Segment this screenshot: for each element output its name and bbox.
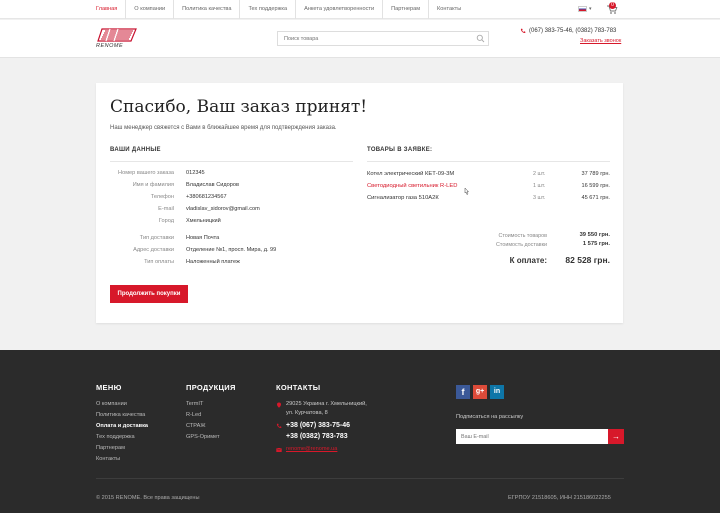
mouse-cursor-icon [464, 187, 470, 195]
nav-link-quality[interactable]: Политика качества [173, 0, 239, 19]
footer-menu-link-active[interactable]: Оплата и доставка [96, 423, 148, 429]
goods-cost-label: Стоимость товаров [498, 233, 547, 239]
divider [367, 161, 610, 162]
top-nav-links: Главная О компании Политика качества Тех… [90, 0, 469, 19]
footer-menu-link[interactable]: О компании [96, 401, 127, 407]
total-value: 82 528 грн. [565, 255, 610, 265]
delivery-cost-label: Стоимость доставки [496, 242, 547, 248]
nav-link-about[interactable]: О компании [125, 0, 173, 19]
item-name[interactable]: Котел электрический КЕТ-09-3М [367, 171, 454, 177]
email-value: vladislav_sidorov@gmail.com [186, 206, 260, 212]
footer-phone[interactable]: +38 (0382) 783-783 [286, 433, 348, 440]
field-label: Имя и фамилия [132, 182, 174, 188]
item-price: 45 671 грн. [581, 195, 610, 201]
search-icon[interactable] [476, 34, 485, 43]
footer-menu-link[interactable]: Партнерам [96, 445, 125, 451]
top-nav: Главная О компании Политика качества Тех… [0, 0, 720, 19]
field-label: E-mail [158, 206, 174, 212]
footer-address-line: ул. Курчатова, 8 [286, 410, 328, 416]
item-name[interactable]: Сигнализатор газа 510А2К [367, 195, 439, 201]
subscribe-label: Подписаться на рассылку [456, 414, 524, 420]
google-plus-icon[interactable]: g+ [473, 385, 487, 399]
order-number-value: 012345 [186, 170, 205, 176]
phone-value: +380681234567 [186, 194, 227, 200]
item-price: 37 789 грн. [581, 171, 610, 177]
footer-menu-link[interactable]: Тех поддержка [96, 434, 135, 440]
city-value: Хмельницкий [186, 218, 221, 224]
russian-flag-icon [578, 6, 587, 12]
company-codes: ЕГРПОУ 21518605, ИНН 215186022255 [508, 495, 611, 501]
item-qty: 3 шт. [533, 195, 546, 201]
subscribe-email-box [456, 429, 608, 444]
footer-menu-link[interactable]: Политика качества [96, 412, 145, 418]
search-input[interactable] [278, 32, 468, 45]
logo-text: RENOME [96, 43, 124, 49]
continue-shopping-button[interactable]: Продолжить покупки [110, 285, 188, 303]
site-header: RENOME (067) 383-75-46, (0382) 783-783 З… [0, 20, 720, 58]
footer-product-link[interactable]: СТРАЖ [186, 423, 206, 429]
delivery-address-value: Отделение №1, просп. Мира, д. 99 [186, 247, 277, 253]
delivery-cost-value: 1 575 грн. [582, 241, 610, 247]
footer-email-link[interactable]: renome@renome.ua [286, 446, 337, 452]
order-callback-link[interactable]: Заказать звонок [580, 38, 621, 44]
mail-icon [276, 447, 282, 452]
nav-link-partners[interactable]: Партнерам [382, 0, 428, 19]
subscribe-email-input[interactable] [456, 429, 604, 444]
footer-product-link[interactable]: R-Led [186, 412, 201, 418]
language-selector[interactable]: ▾ [578, 6, 592, 12]
field-label: Телефон [150, 194, 174, 200]
site-footer: МЕНЮ О компании Политика качества Оплата… [0, 350, 720, 513]
nav-link-support[interactable]: Тех поддержка [239, 0, 295, 19]
field-label: Номер вашего заказа [118, 170, 174, 176]
nav-link-contacts[interactable]: Контакты [428, 0, 469, 19]
chevron-down-icon: ▾ [589, 6, 592, 12]
divider [110, 161, 353, 162]
footer-contacts-heading: КОНТАКТЫ [276, 383, 321, 392]
facebook-icon[interactable]: f [456, 385, 470, 399]
field-label: Тип оплаты [144, 259, 174, 265]
copyright: © 2015 RENOME. Все права защищены [96, 495, 200, 501]
footer-divider [96, 478, 624, 479]
name-value: Владислав Сидоров [186, 182, 239, 188]
total-label: К оплате: [509, 256, 547, 265]
goods-cost-value: 39 550 грн. [579, 232, 610, 238]
footer-product-link[interactable]: TermIT [186, 401, 203, 407]
footer-menu-heading: МЕНЮ [96, 383, 122, 392]
search-box [277, 31, 489, 46]
field-label: Адрес доставки [133, 247, 174, 253]
payment-type-value: Наложенный платеж [186, 259, 240, 265]
nav-link-home[interactable]: Главная [90, 0, 125, 19]
phone-icon [520, 28, 526, 34]
field-label: Тип доставки [139, 235, 174, 241]
cart-count-badge: 0 [609, 2, 616, 9]
items-heading: ТОВАРЫ В ЗАЯВКЕ: [367, 147, 433, 153]
header-phones: (067) 383-75-46, (0382) 783-783 [520, 28, 616, 34]
item-name-link[interactable]: Светодиодный светильник R-LED [367, 183, 457, 189]
nav-link-survey[interactable]: Анкета удовлетворенности [295, 0, 382, 19]
item-qty: 1 шт. [533, 183, 546, 189]
phone-icon [276, 423, 282, 429]
page-title: Спасибо, Ваш заказ принят! [110, 97, 368, 117]
field-label: Город [158, 218, 174, 224]
footer-address-line: 29025 Украина г. Хмельницкий, [286, 401, 367, 407]
footer-menu-link[interactable]: Контакты [96, 456, 120, 462]
footer-products-heading: ПРОДУКЦИЯ [186, 383, 236, 392]
order-confirmation-card: Спасибо, Ваш заказ принят! Наш менеджер … [96, 83, 623, 323]
delivery-type-value: Новая Почта [186, 235, 220, 241]
subscribe-submit-button[interactable]: → [608, 429, 624, 444]
linkedin-icon[interactable]: in [490, 385, 504, 399]
arrow-right-icon: → [612, 432, 620, 441]
footer-product-link[interactable]: GPS-Оримет [186, 434, 220, 440]
item-price: 16 599 грн. [581, 183, 610, 189]
footer-phone[interactable]: +38 (067) 383-75-46 [286, 422, 350, 429]
your-data-heading: ВАШИ ДАННЫЕ [110, 147, 161, 153]
item-qty: 2 шт. [533, 171, 546, 177]
location-pin-icon [277, 402, 281, 408]
header-phone-numbers: (067) 383-75-46, (0382) 783-783 [529, 28, 617, 34]
confirmation-subtitle: Наш менеджер свяжется с Вами в ближайшее… [110, 125, 337, 131]
